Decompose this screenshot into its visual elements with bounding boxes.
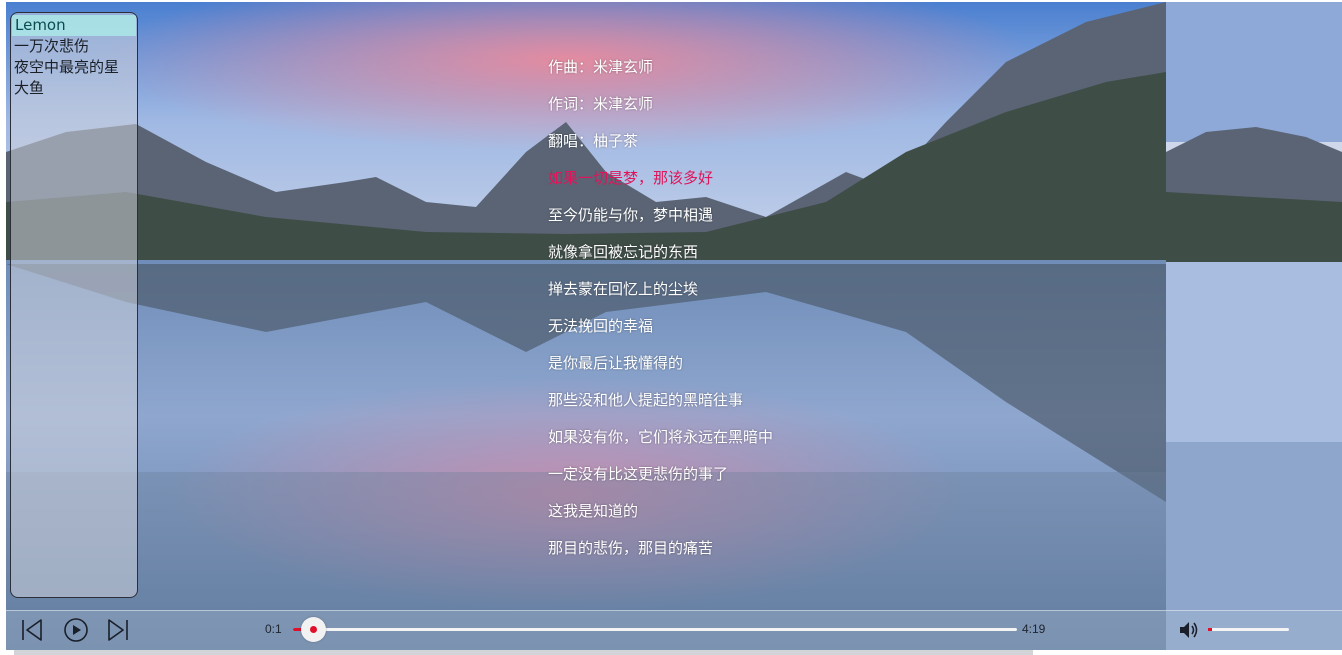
lyric-line: 这我是知道的 xyxy=(548,502,639,520)
volume-icon xyxy=(1180,622,1198,638)
skip-previous-icon xyxy=(22,619,42,641)
skip-next-icon xyxy=(108,619,128,641)
player-control-bar: 0:1 4:19 xyxy=(6,610,1342,650)
lyric-line: 那目的悲伤，那目的痛苦 xyxy=(548,539,714,557)
lyric-line: 无法挽回的幸福 xyxy=(548,317,654,335)
progress-slider[interactable] xyxy=(293,617,1017,642)
horizontal-scrollbar[interactable] xyxy=(14,650,1033,655)
volume-button[interactable] xyxy=(1178,619,1200,641)
total-time: 4:19 xyxy=(1022,622,1046,636)
lyric-line: 作曲：米津玄师 xyxy=(548,58,654,76)
lyric-line: 如果没有你，它们将永远在黑暗中 xyxy=(548,428,774,446)
player-stage: Lemon 一万次悲伤 夜空中最亮的星 大鱼 作曲：米津玄师 作词：米津玄师 翻… xyxy=(6,2,1342,650)
lyric-line-current: 如果一切是梦，那该多好 xyxy=(548,169,714,187)
lyric-line: 作词：米津玄师 xyxy=(548,95,654,113)
progress-thumb[interactable] xyxy=(300,617,326,642)
lyrics-panel: 作曲：米津玄师 作词：米津玄师 翻唱：柚子茶 如果一切是梦，那该多好 至今仍能与… xyxy=(548,49,948,567)
current-time: 0:1 xyxy=(265,622,282,636)
playlist-item-yekong-zhong-zuiliang-de-xing[interactable]: 夜空中最亮的星 xyxy=(11,57,137,78)
playlist-item-dayu[interactable]: 大鱼 xyxy=(11,78,137,99)
playlist-panel: Lemon 一万次悲伤 夜空中最亮的星 大鱼 xyxy=(10,12,138,598)
play-button[interactable] xyxy=(63,617,89,643)
playlist-item-yiwanci-beishang[interactable]: 一万次悲伤 xyxy=(11,36,137,57)
lyric-line: 就像拿回被忘记的东西 xyxy=(548,243,699,261)
lyric-line: 翻唱：柚子茶 xyxy=(548,132,639,150)
playlist-item-lemon[interactable]: Lemon xyxy=(12,15,136,36)
progress-thumb-dot xyxy=(309,626,317,633)
lyric-line: 掸去蒙在回忆上的尘埃 xyxy=(548,280,699,298)
background-extension xyxy=(1166,2,1342,650)
lyric-line: 一定没有比这更悲伤的事了 xyxy=(548,465,729,483)
lyric-line: 至今仍能与你，梦中相遇 xyxy=(548,206,714,224)
volume-slider[interactable] xyxy=(1208,628,1289,631)
next-track-button[interactable] xyxy=(105,617,131,643)
volume-fill xyxy=(1208,628,1213,631)
lyric-line: 那些没和他人提起的黑暗往事 xyxy=(548,391,744,409)
previous-track-button[interactable] xyxy=(19,617,45,643)
lyric-line: 是你最后让我懂得的 xyxy=(548,354,684,372)
play-icon xyxy=(64,618,88,642)
